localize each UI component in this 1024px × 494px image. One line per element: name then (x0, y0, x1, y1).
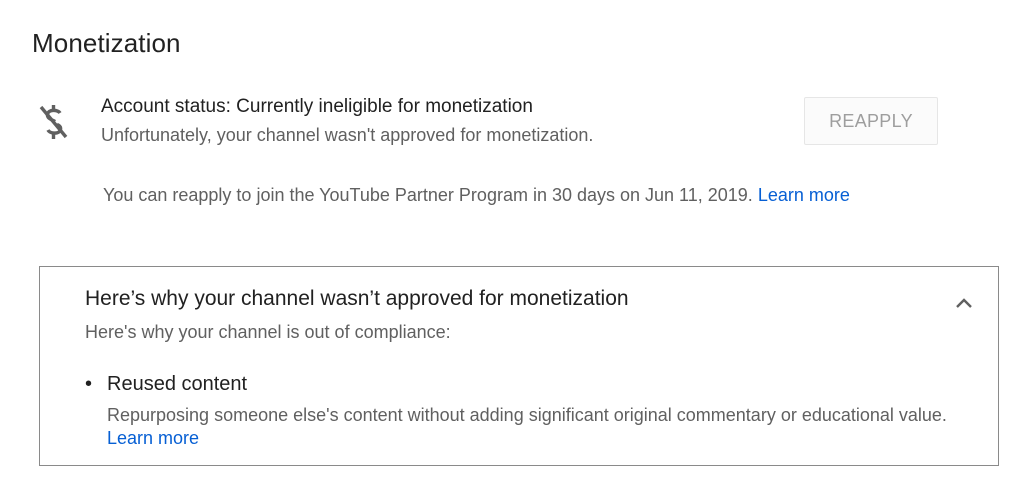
reasons-panel-subtitle: Here's why your channel is out of compli… (85, 322, 451, 342)
reason-bullet: • (85, 373, 93, 395)
reason-description-text: Repurposing someone else's content witho… (107, 405, 947, 425)
reason-title: Reused content (107, 373, 248, 395)
reasons-panel-title: Here’s why your channel wasn’t approved … (85, 287, 629, 310)
account-status-title: Account status: Currently ineligible for… (101, 96, 533, 117)
reason-description: Repurposing someone else's content witho… (107, 404, 977, 450)
no-monetization-dollar-icon (39, 105, 68, 139)
reapply-learn-more-link[interactable]: Learn more (758, 185, 850, 205)
page-title: Monetization (32, 28, 181, 58)
reapply-note-text: You can reapply to join the YouTube Part… (103, 185, 753, 205)
ineligibility-reasons-panel: Here’s why your channel wasn’t approved … (39, 266, 999, 466)
reason-learn-more-link[interactable]: Learn more (107, 428, 199, 448)
account-status-description: Unfortunately, your channel wasn't appro… (101, 125, 594, 145)
chevron-up-icon[interactable] (950, 289, 978, 317)
reapply-note: You can reapply to join the YouTube Part… (103, 185, 850, 206)
reapply-button[interactable]: REAPPLY (804, 97, 938, 145)
